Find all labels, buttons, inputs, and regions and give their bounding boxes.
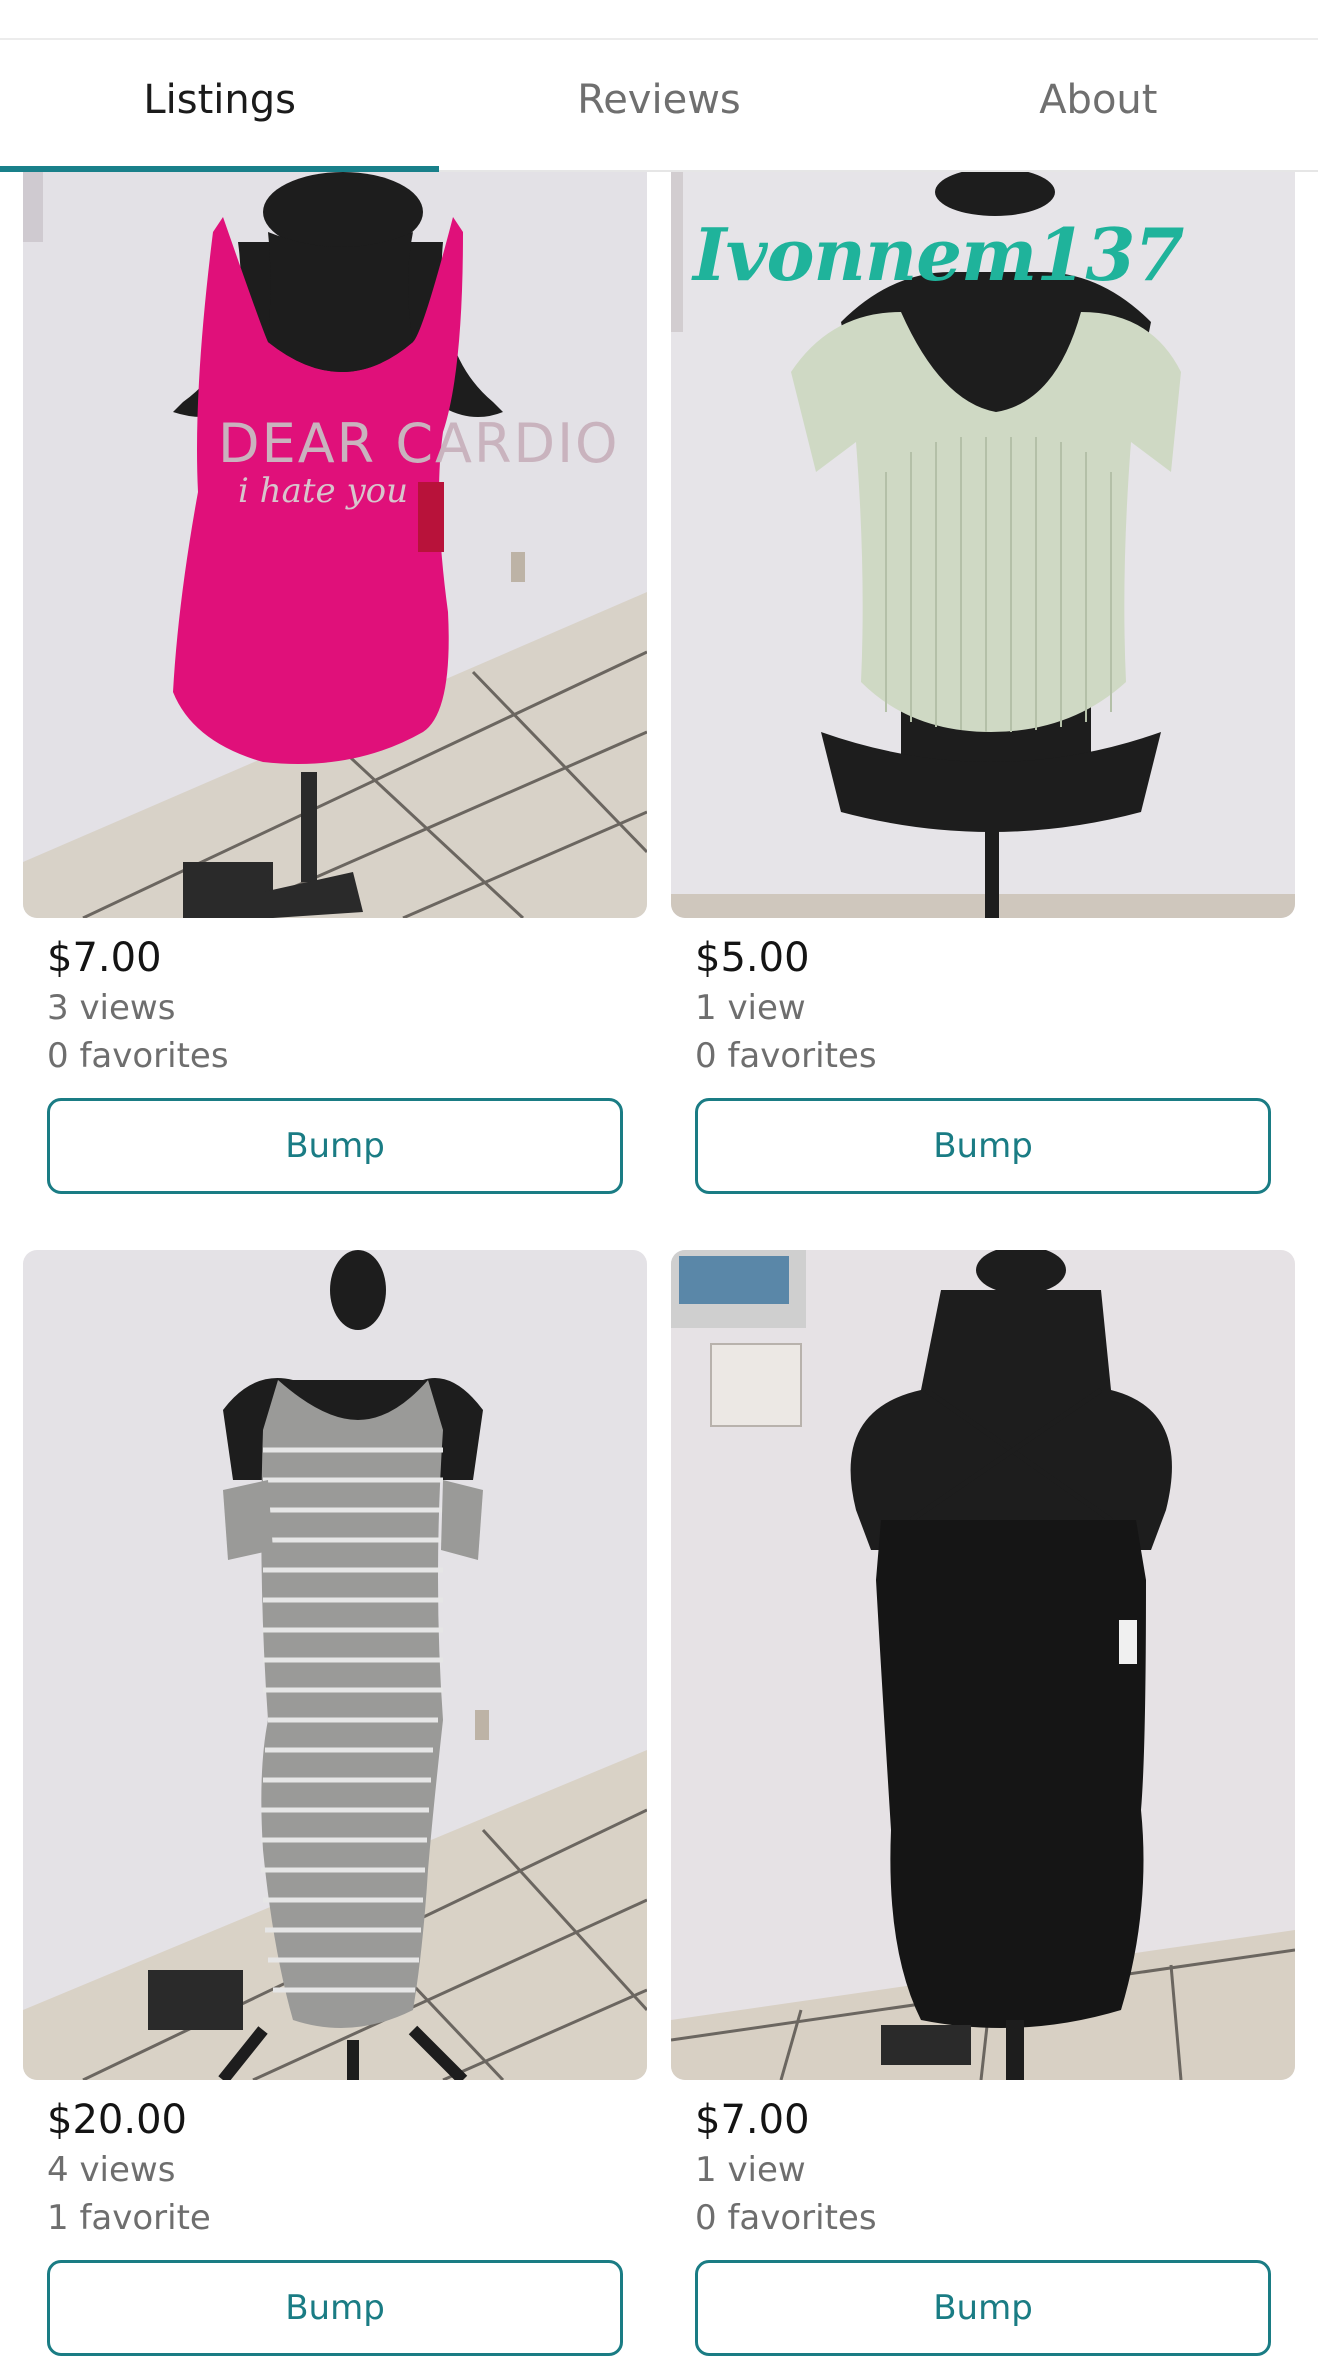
listing-price: $7.00 [47,935,162,981]
listing-card[interactable]: DEAR CARDIO i hate you $7.00 3 views 0 f… [23,172,647,1194]
bump-button[interactable]: Bump [47,1098,623,1194]
listing-price: $5.00 [695,935,810,981]
listing-price: $7.00 [695,2097,810,2143]
tank-print-line2: i hate you [238,471,408,511]
seller-watermark: Ivonnem137 [693,212,1185,297]
listing-card[interactable]: $7.00 1 view 0 favorites Bump [671,1250,1295,2356]
listing-photo[interactable]: Ivonnem137 [671,172,1295,918]
listing-favorites: 0 favorites [695,1036,877,1076]
tab-about-label: About [1039,77,1158,123]
listing-favorites: 1 favorite [47,2198,211,2238]
listing-favorites: 0 favorites [695,2198,877,2238]
tab-about[interactable]: About [879,40,1318,170]
listing-photo[interactable] [671,1250,1295,2080]
profile-tabs: Listings Reviews About [0,40,1318,172]
tab-listings[interactable]: Listings [0,40,440,172]
listing-views: 3 views [47,988,176,1028]
listing-photo[interactable] [23,1250,647,2080]
listing-photo[interactable]: DEAR CARDIO i hate you [23,172,647,918]
tank-print-line1: DEAR CARDIO [218,412,620,475]
bump-button[interactable]: Bump [47,2260,623,2356]
listing-card[interactable]: $20.00 4 views 1 favorite Bump [23,1250,647,2356]
bump-button[interactable]: Bump [695,2260,1271,2356]
listing-views: 1 view [695,2150,806,2190]
listing-views: 4 views [47,2150,176,2190]
listing-views: 1 view [695,988,806,1028]
tab-reviews[interactable]: Reviews [439,40,878,170]
listing-card[interactable]: Ivonnem137 $5.00 1 view 0 favorites Bump [671,172,1295,1194]
listing-favorites: 0 favorites [47,1036,229,1076]
listing-price: $20.00 [47,2097,187,2143]
status-bar-area [0,0,1318,40]
tab-reviews-label: Reviews [577,77,741,123]
bump-button[interactable]: Bump [695,1098,1271,1194]
tab-listings-label: Listings [143,77,296,123]
